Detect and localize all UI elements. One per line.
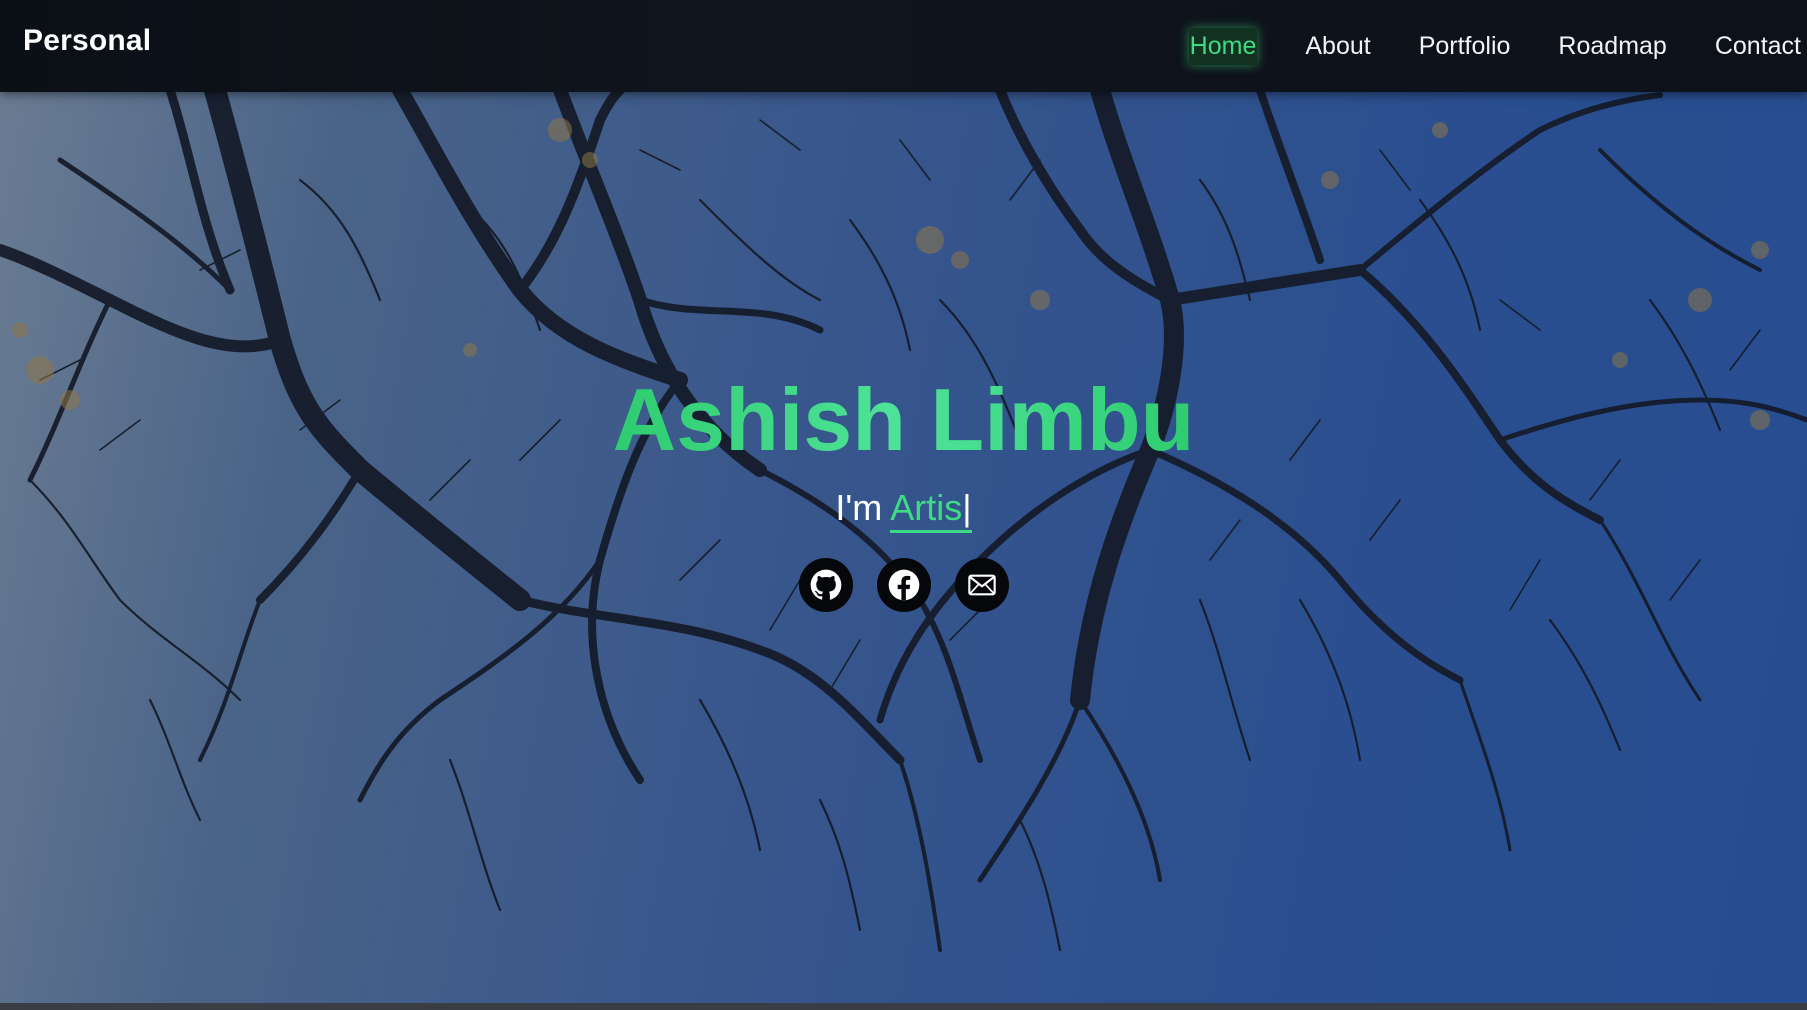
email-link[interactable] [954, 558, 1009, 612]
social-links [0, 558, 1807, 612]
mail-icon [967, 574, 996, 596]
nav-link-contact[interactable]: Contact [1715, 28, 1801, 65]
typed-word: Artis| [890, 487, 972, 533]
hero-content: Ashish Limbu I'm Artis| [0, 370, 1807, 612]
typed-cursor: | [962, 487, 972, 528]
facebook-icon [888, 569, 919, 601]
nav-links: Home About Portfolio Roadmap Contact [1141, 0, 1801, 92]
nav-link-home[interactable]: Home [1188, 27, 1258, 65]
nav-link-portfolio[interactable]: Portfolio [1419, 28, 1511, 65]
github-icon [810, 569, 841, 600]
page: Personal Home About Portfolio Roadmap Co… [0, 0, 1807, 1010]
nav-link-about[interactable]: About [1305, 28, 1370, 65]
typed-prefix: I'm [835, 487, 891, 528]
typed-text: Artis [890, 487, 963, 528]
hero-typed-line: I'm Artis| [0, 486, 1807, 533]
hero-name: Ashish Limbu [612, 370, 1195, 469]
navbar: Personal Home About Portfolio Roadmap Co… [0, 0, 1807, 92]
facebook-link[interactable] [876, 558, 931, 612]
nav-link-roadmap[interactable]: Roadmap [1558, 28, 1666, 65]
brand-logo[interactable]: Personal [23, 24, 151, 58]
page-bottom-strip [0, 1003, 1807, 1010]
github-link[interactable] [798, 558, 853, 612]
